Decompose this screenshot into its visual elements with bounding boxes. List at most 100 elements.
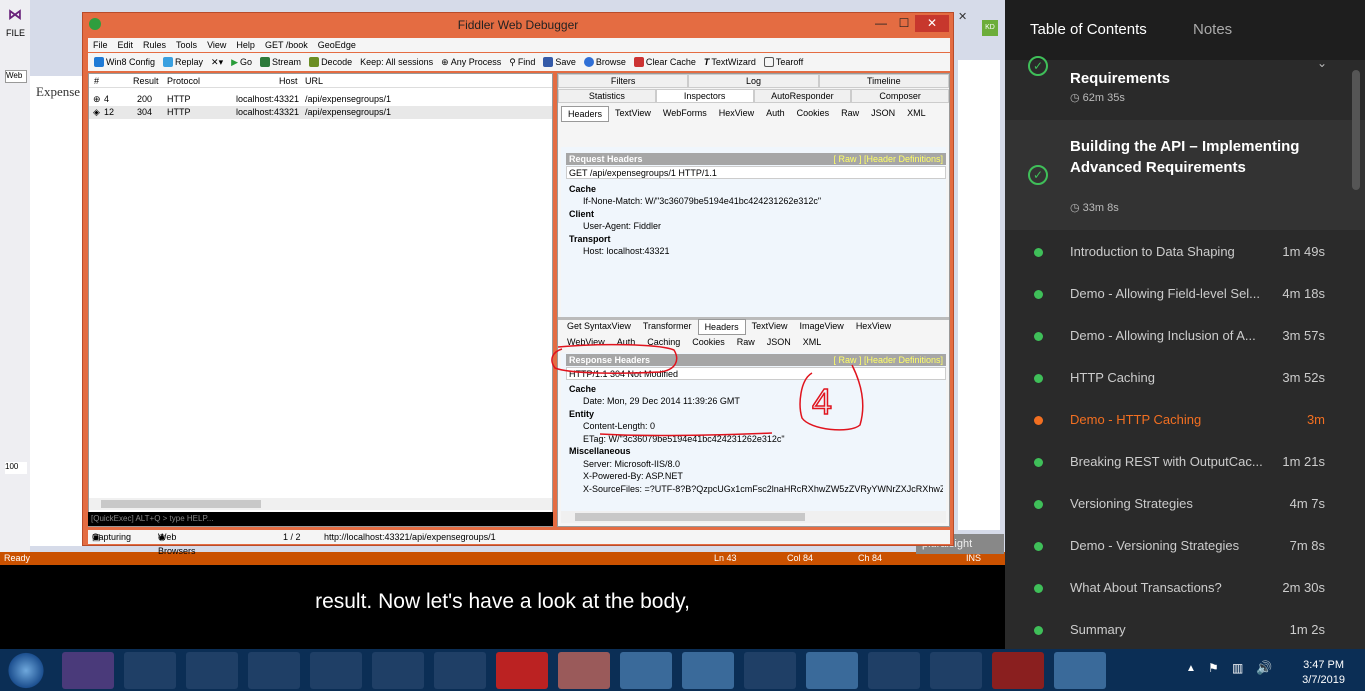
app-taskbar-icon[interactable] (310, 652, 362, 689)
clip-item[interactable]: Introduction to Data Shaping 1m 49s (1005, 231, 1365, 273)
go-button[interactable]: ▶ Go (231, 53, 252, 71)
acrobat-taskbar-icon[interactable] (992, 652, 1044, 689)
browse-button[interactable]: Browse (583, 53, 626, 71)
vs-close-icon[interactable]: ✕ (958, 10, 978, 26)
clip-item[interactable]: HTTP Caching 3m 52s (1005, 357, 1365, 399)
win8-config-button[interactable]: Win8 Config (94, 53, 155, 71)
filezilla-taskbar-icon[interactable] (496, 652, 548, 689)
req-tab-json[interactable]: JSON (865, 106, 901, 122)
req-tab-cookies[interactable]: Cookies (791, 106, 836, 122)
clip-item[interactable]: Summary 1m 2s (1005, 609, 1365, 651)
req-tab-webforms[interactable]: WebForms (657, 106, 713, 122)
tab-notes[interactable]: Notes (1193, 21, 1232, 38)
replay-button[interactable]: Replay (163, 53, 203, 71)
table-row[interactable]: ◈ 12 304 HTTP localhost:43321 /api/expen… (89, 106, 552, 119)
request-header-links[interactable]: [ Raw ] [Header Definitions] (833, 153, 943, 165)
response-scrollbar[interactable] (561, 511, 946, 523)
resp-tab-hexview[interactable]: HexView (850, 319, 897, 335)
clear-cache-button[interactable]: Clear Cache (633, 53, 696, 71)
tab-composer[interactable]: Composer (851, 89, 949, 103)
github-taskbar-icon[interactable] (248, 652, 300, 689)
clip-item-current[interactable]: Demo - HTTP Caching 3m (1005, 399, 1365, 441)
notes-taskbar-icon[interactable] (1054, 652, 1106, 689)
req-tab-textview[interactable]: TextView (609, 106, 657, 122)
git-taskbar-icon[interactable] (186, 652, 238, 689)
minimize-icon[interactable]: — (870, 15, 892, 32)
menu-geoedge[interactable]: GeoEdge (318, 38, 356, 52)
col-host[interactable]: Host (279, 74, 298, 88)
file-explorer-taskbar-icon[interactable] (806, 652, 858, 689)
clip-item[interactable]: Demo - Allowing Field-level Sel... 4m 18s (1005, 273, 1365, 315)
taskbar-clock[interactable]: 3:47 PM 3/7/2019 (1302, 658, 1345, 688)
vlc-taskbar-icon[interactable] (930, 652, 982, 689)
session-list[interactable]: # Result Protocol Host URL ⊕ 4 200 HTTP … (88, 73, 553, 527)
tearoff-button[interactable]: Tearoff (763, 53, 803, 71)
req-tab-headers[interactable]: Headers (561, 106, 610, 122)
decode-button[interactable]: Decode (309, 53, 352, 71)
menu-get-book[interactable]: GET /book (265, 38, 308, 52)
clock-app-taskbar-icon[interactable] (868, 652, 920, 689)
tab-filters[interactable]: Filters (558, 74, 689, 88)
visual-studio-taskbar-icon[interactable] (62, 652, 114, 689)
location-taskbar-icon[interactable] (434, 652, 486, 689)
req-tab-raw[interactable]: Raw (835, 106, 865, 122)
col-num[interactable]: # (94, 74, 99, 88)
network-icon[interactable]: ▥ (1232, 661, 1243, 675)
clip-item[interactable]: Breaking REST with OutputCac... 1m 21s (1005, 441, 1365, 483)
col-result[interactable]: Result (133, 74, 159, 88)
resp-tab-auth[interactable]: Auth (611, 335, 642, 349)
menu-edit[interactable]: Edit (118, 38, 134, 52)
close-icon[interactable]: ✕ (915, 15, 949, 32)
resp-tab-headers[interactable]: Headers (697, 319, 746, 335)
tray-chevron-icon[interactable]: ▲ (1186, 663, 1196, 674)
sync-taskbar-icon[interactable] (372, 652, 424, 689)
resp-tab-cookies[interactable]: Cookies (686, 335, 731, 349)
remove-button[interactable]: ✕▾ (211, 53, 223, 71)
tab-statistics[interactable]: Statistics (558, 89, 656, 103)
any-process-button[interactable]: ⊕ Any Process (441, 53, 501, 71)
menu-tools[interactable]: Tools (176, 38, 197, 52)
clip-item[interactable]: Demo - Allowing Inclusion of A... 3m 57s (1005, 315, 1365, 357)
col-url[interactable]: URL (305, 74, 323, 88)
resp-tab-json[interactable]: JSON (761, 335, 797, 349)
maximize-icon[interactable]: ☐ (893, 15, 915, 32)
menu-view[interactable]: View (207, 38, 226, 52)
quickexec-input[interactable]: [QuickExec] ALT+Q > type HELP... (88, 512, 553, 526)
scroll-thumb[interactable] (575, 513, 805, 521)
req-tab-auth[interactable]: Auth (760, 106, 791, 122)
tools-taskbar-icon[interactable] (124, 652, 176, 689)
resp-tab-webview[interactable]: WebView (561, 335, 611, 349)
menu-file[interactable]: File (93, 38, 108, 52)
table-row[interactable]: ⊕ 4 200 HTTP localhost:43321 /api/expens… (89, 93, 552, 106)
snipping-tool-taskbar-icon[interactable] (558, 652, 610, 689)
tab-timeline[interactable]: Timeline (818, 74, 949, 88)
req-tab-xml[interactable]: XML (901, 106, 932, 122)
start-button[interactable] (4, 652, 48, 689)
firefox-taskbar-icon[interactable] (682, 652, 734, 689)
module-advanced-requirements[interactable]: ✓ Building the API – Implementing Advanc… (1005, 120, 1365, 230)
tab-inspectors[interactable]: Inspectors (655, 89, 754, 103)
scroll-thumb[interactable] (101, 500, 261, 508)
horizontal-scrollbar[interactable] (89, 498, 552, 510)
opera-taskbar-icon[interactable] (744, 652, 796, 689)
resp-tab-imageview[interactable]: ImageView (793, 319, 849, 335)
vs-user-badge[interactable]: KD (982, 20, 998, 36)
clip-item[interactable]: Demo - Versioning Strategies 7m 8s (1005, 525, 1365, 567)
textwizard-button[interactable]: T TextWizard (704, 53, 756, 71)
resp-tab-xml[interactable]: XML (797, 335, 828, 349)
resp-tab-raw[interactable]: Raw (731, 335, 761, 349)
sidebar-scrollbar[interactable] (1352, 70, 1360, 190)
menu-help[interactable]: Help (236, 38, 255, 52)
module-requirements[interactable]: ✓ Requirements ◷ 62m 35s ⌄ (1005, 56, 1365, 120)
volume-icon[interactable]: 🔊 (1256, 660, 1272, 676)
resp-tab-syntaxview[interactable]: Get SyntaxView (561, 319, 637, 335)
stream-button[interactable]: Stream (260, 53, 301, 71)
action-center-icon[interactable]: ⚑ (1208, 661, 1219, 675)
tab-log[interactable]: Log (688, 74, 819, 88)
vs-tab-web[interactable]: Web (5, 70, 27, 83)
chevron-down-icon[interactable]: ⌄ (1317, 56, 1327, 70)
vs-file-menu[interactable]: FILE (6, 28, 25, 38)
resp-tab-transformer[interactable]: Transformer (637, 319, 698, 335)
req-tab-hexview[interactable]: HexView (713, 106, 760, 122)
clip-item[interactable]: Versioning Strategies 4m 7s (1005, 483, 1365, 525)
